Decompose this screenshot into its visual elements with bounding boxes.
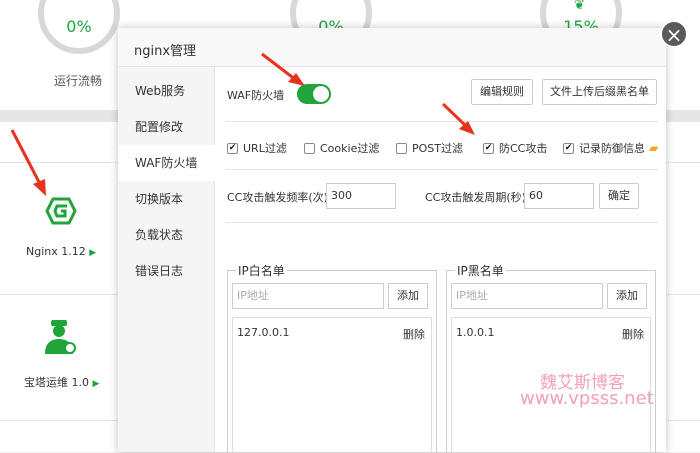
arrow-to-toggle-icon — [261, 52, 305, 86]
arrow-to-anti-cc-icon — [441, 102, 475, 135]
annotation-arrows — [10, 52, 475, 196]
arrow-to-nginx-icon — [10, 129, 46, 196]
